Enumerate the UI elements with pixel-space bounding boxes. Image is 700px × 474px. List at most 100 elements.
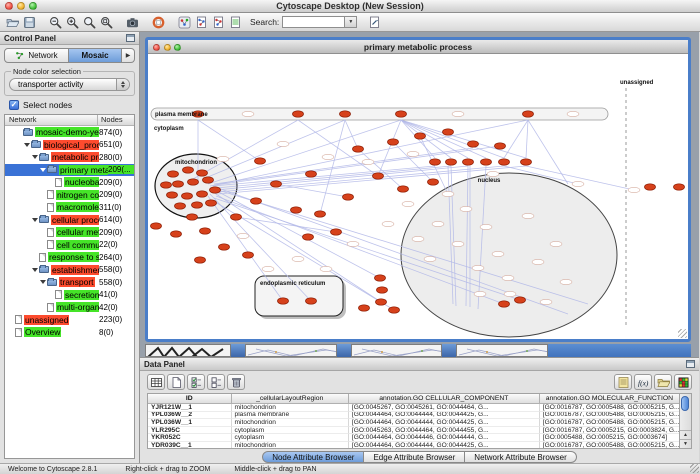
table-row[interactable]: YPL036W__2plasma membrane[GO:0044464, GO… bbox=[148, 412, 679, 420]
tree-row-biological-process[interactable]: biological_process651(0) bbox=[5, 139, 134, 152]
network-node[interactable] bbox=[251, 198, 262, 204]
network-node[interactable] bbox=[303, 234, 314, 240]
zoom-selected-button[interactable] bbox=[81, 14, 98, 31]
network-node-label[interactable] bbox=[442, 191, 454, 196]
network-node[interactable] bbox=[151, 223, 162, 229]
delete-attribute-button[interactable] bbox=[227, 374, 245, 390]
network-node[interactable] bbox=[499, 301, 510, 307]
network-node-label[interactable] bbox=[382, 221, 394, 226]
column-header[interactable]: _cellularLayoutRegion bbox=[232, 394, 349, 403]
select-nodes-checkbox[interactable]: ✓ bbox=[9, 100, 19, 110]
column-header[interactable]: annotation.GO MOLECULAR_FUNCTION bbox=[540, 394, 679, 403]
tree-row-macromolecule[interactable]: macromolecule311(0) bbox=[5, 201, 134, 214]
table-row[interactable]: YDR039C__1mitochondrion[GO:0044464, GO:0… bbox=[148, 442, 679, 448]
tree-expander-icon[interactable] bbox=[31, 268, 39, 272]
network-node-label[interactable] bbox=[424, 256, 436, 261]
import-network-file-button[interactable] bbox=[193, 14, 210, 31]
window-zoom-button[interactable] bbox=[29, 2, 37, 10]
import-network-button[interactable] bbox=[210, 14, 227, 31]
network-node[interactable] bbox=[197, 191, 208, 197]
window-minimize-button[interactable] bbox=[17, 2, 25, 10]
import-table-button[interactable] bbox=[227, 14, 244, 31]
scroll-down-button[interactable]: ▼ bbox=[680, 439, 691, 448]
network-canvas[interactable]: plasma membranecytoplasmmitochondrionnuc… bbox=[148, 54, 688, 339]
network-node-label[interactable] bbox=[502, 275, 514, 280]
function-builder-button[interactable]: f(x) bbox=[634, 374, 652, 390]
network-node-label[interactable] bbox=[322, 154, 334, 159]
network-node[interactable] bbox=[197, 170, 208, 176]
scroll-up-button[interactable]: ▲ bbox=[680, 430, 691, 439]
network-node[interactable] bbox=[187, 214, 198, 220]
network-node[interactable] bbox=[396, 111, 407, 117]
network-node-label[interactable] bbox=[237, 233, 249, 238]
select-attributes-button[interactable] bbox=[187, 374, 205, 390]
node-color-dropdown[interactable]: transporter activity bbox=[9, 78, 130, 91]
open-session-button[interactable] bbox=[4, 14, 21, 31]
frame-resize-grip[interactable] bbox=[678, 329, 687, 338]
tree-column-nodes[interactable]: Nodes bbox=[98, 115, 134, 125]
tab-mosaic[interactable]: Mosaic bbox=[69, 48, 122, 63]
network-node[interactable] bbox=[188, 179, 199, 185]
network-node-label[interactable] bbox=[292, 256, 304, 261]
network-node-label[interactable] bbox=[242, 111, 254, 116]
network-node[interactable] bbox=[373, 173, 384, 179]
network-node-label[interactable] bbox=[560, 279, 572, 284]
network-node[interactable] bbox=[161, 182, 172, 188]
tree-expander-icon[interactable] bbox=[39, 168, 47, 172]
tree-row-secretion[interactable]: secretion41(0) bbox=[5, 289, 134, 302]
network-node[interactable] bbox=[377, 287, 388, 293]
tree-row-nitrogen-compo[interactable]: nitrogen compo209(0) bbox=[5, 189, 134, 202]
network-node[interactable] bbox=[278, 298, 289, 304]
table-row[interactable]: YLR295Ccytoplasm[GO:0045263, GO:0044464,… bbox=[148, 427, 679, 435]
search-dropdown-button[interactable]: ▼ bbox=[344, 16, 357, 28]
network-node-label[interactable] bbox=[504, 291, 516, 296]
network-node[interactable] bbox=[443, 129, 454, 135]
tree-expander-icon[interactable] bbox=[23, 143, 31, 147]
tree-row-establishment-of-lo[interactable]: establishment of lo558(0) bbox=[5, 264, 134, 277]
network-node[interactable] bbox=[206, 200, 217, 206]
network-node-label[interactable] bbox=[452, 241, 464, 246]
network-node[interactable] bbox=[353, 146, 364, 152]
network-node-label[interactable] bbox=[407, 151, 419, 156]
network-node[interactable] bbox=[428, 179, 439, 185]
network-node[interactable] bbox=[200, 228, 211, 234]
help-button[interactable] bbox=[150, 14, 167, 31]
network-node-label[interactable] bbox=[460, 206, 472, 211]
network-node-label[interactable] bbox=[628, 187, 640, 192]
tree-expander-icon[interactable] bbox=[31, 155, 39, 159]
background-window-thumbnail[interactable] bbox=[145, 344, 231, 357]
network-node[interactable] bbox=[645, 184, 656, 190]
network-node-label[interactable] bbox=[472, 265, 484, 270]
network-node[interactable] bbox=[376, 299, 387, 305]
tree-row-mosaic-demo-yeast[interactable]: mosaic-demo-yeast874(0) bbox=[5, 126, 134, 139]
search-config-button[interactable] bbox=[366, 14, 383, 31]
tab-node-attribute-browser[interactable]: Node Attribute Browser bbox=[262, 451, 364, 463]
network-node-label[interactable] bbox=[217, 156, 229, 161]
table-vertical-scrollbar[interactable]: ▲ ▼ bbox=[679, 394, 691, 448]
network-node[interactable] bbox=[171, 231, 182, 237]
network-node[interactable] bbox=[306, 171, 317, 177]
table-row[interactable]: YPL036W__1mitochondrion[GO:0044464, GO:0… bbox=[148, 419, 679, 427]
column-header[interactable]: annotation.GO CELLULAR_COMPONENT bbox=[349, 394, 540, 403]
frame-minimize-button[interactable] bbox=[164, 44, 171, 51]
network-node-label[interactable] bbox=[432, 221, 444, 226]
tree-row-multi-organism-pro[interactable]: multi-organism pro42(0) bbox=[5, 301, 134, 314]
network-node[interactable] bbox=[398, 186, 409, 192]
snapshot-button[interactable] bbox=[124, 14, 141, 31]
network-node[interactable] bbox=[481, 159, 492, 165]
unselect-attributes-button[interactable] bbox=[207, 374, 225, 390]
network-node[interactable] bbox=[271, 181, 282, 187]
tree-row-primary-metabo[interactable]: primary metabo209(... bbox=[5, 164, 134, 177]
region-plasma-membrane[interactable] bbox=[151, 108, 608, 120]
network-node-label[interactable] bbox=[540, 299, 552, 304]
search-input[interactable] bbox=[282, 16, 344, 28]
background-window-thumbnail[interactable] bbox=[456, 344, 548, 357]
network-node[interactable] bbox=[340, 111, 351, 117]
network-node[interactable] bbox=[359, 305, 370, 311]
network-node-label[interactable] bbox=[277, 141, 289, 146]
frame-close-button[interactable] bbox=[153, 44, 160, 51]
network-node[interactable] bbox=[343, 194, 354, 200]
zoom-fit-button[interactable] bbox=[98, 14, 115, 31]
table-row[interactable]: YJR121W__1mitochondrion[GO:0045267, GO:0… bbox=[148, 404, 679, 412]
network-node-label[interactable] bbox=[480, 224, 492, 229]
